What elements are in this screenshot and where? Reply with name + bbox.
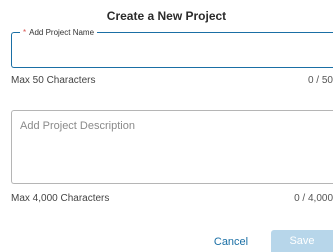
create-project-dialog: Create a New Project * Add Project Name …	[0, 0, 333, 252]
project-name-label-text: Add Project Name	[29, 28, 95, 37]
cancel-button[interactable]: Cancel	[206, 231, 256, 252]
required-marker: *	[23, 28, 27, 37]
project-description-input[interactable]	[11, 110, 333, 184]
project-name-label: * Add Project Name	[20, 27, 98, 38]
project-name-field[interactable]: * Add Project Name	[11, 27, 333, 68]
project-description-counter: 0 / 4,000	[294, 193, 333, 204]
save-button[interactable]: Save	[271, 230, 333, 252]
project-name-counter: 0 / 50	[307, 75, 333, 86]
project-description-helper: Max 4,000 Characters	[11, 193, 110, 204]
project-name-input[interactable]	[20, 43, 320, 63]
dialog-title: Create a New Project	[106, 9, 227, 23]
project-name-helper: Max 50 Characters	[11, 75, 96, 86]
